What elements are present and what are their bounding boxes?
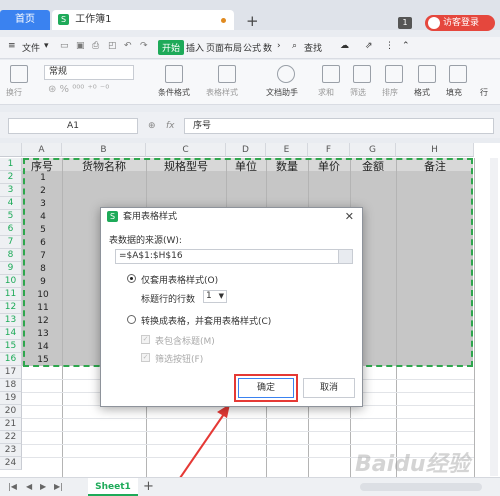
watermark: Baidu经验 — [355, 452, 470, 477]
close-icon[interactable]: ✕ — [345, 210, 354, 223]
filter-button-label: 筛选按钮(F) — [155, 355, 204, 365]
last-sheet-icon[interactable]: ▶| — [54, 482, 63, 491]
option-style-only-radio[interactable] — [127, 274, 136, 283]
add-sheet-button[interactable]: + — [143, 479, 154, 494]
source-label: 表数据的来源(W): — [109, 236, 182, 246]
source-range-input[interactable]: =$A$1:$H$16 — [115, 249, 353, 264]
include-header-checkbox[interactable]: ✓ — [141, 335, 150, 344]
cancel-button[interactable]: 取消 — [303, 378, 355, 398]
dialog-title: 套用表格样式 — [123, 212, 178, 222]
header-rows-label: 标题行的行数 — [141, 295, 196, 305]
header-rows-value: 1 — [206, 291, 212, 301]
header-rows-select[interactable]: 1 ▼ — [203, 290, 227, 303]
range-picker-icon[interactable] — [338, 250, 352, 263]
filter-button-checkbox[interactable]: ✓ — [141, 353, 150, 362]
horizontal-scrollbar[interactable] — [360, 483, 482, 491]
option-style-only-label[interactable]: 仅套用表格样式(O) — [141, 273, 218, 286]
sheet-bar: |◀ ◀ ▶ ▶| Sheet1 + — [0, 477, 500, 496]
include-header-label: 表包含标题(M) — [155, 337, 215, 347]
dialog-title-bar: S 套用表格样式 — [101, 208, 362, 226]
option-convert-label[interactable]: 转换成表格，并套用表格样式(C) — [141, 314, 271, 327]
chevron-down-icon: ▼ — [218, 292, 224, 300]
first-sheet-icon[interactable]: |◀ — [8, 482, 17, 491]
ok-button[interactable]: 确定 — [238, 378, 294, 398]
next-sheet-icon[interactable]: ▶ — [40, 482, 46, 491]
spreadsheet-icon: S — [107, 211, 118, 222]
prev-sheet-icon[interactable]: ◀ — [26, 482, 32, 491]
option-convert-radio[interactable] — [127, 315, 136, 324]
sheet-tab-sheet1[interactable]: Sheet1 — [88, 478, 138, 496]
apply-table-style-dialog: S 套用表格样式 ✕ 表数据的来源(W): =$A$1:$H$16 仅套用表格样… — [100, 207, 363, 407]
